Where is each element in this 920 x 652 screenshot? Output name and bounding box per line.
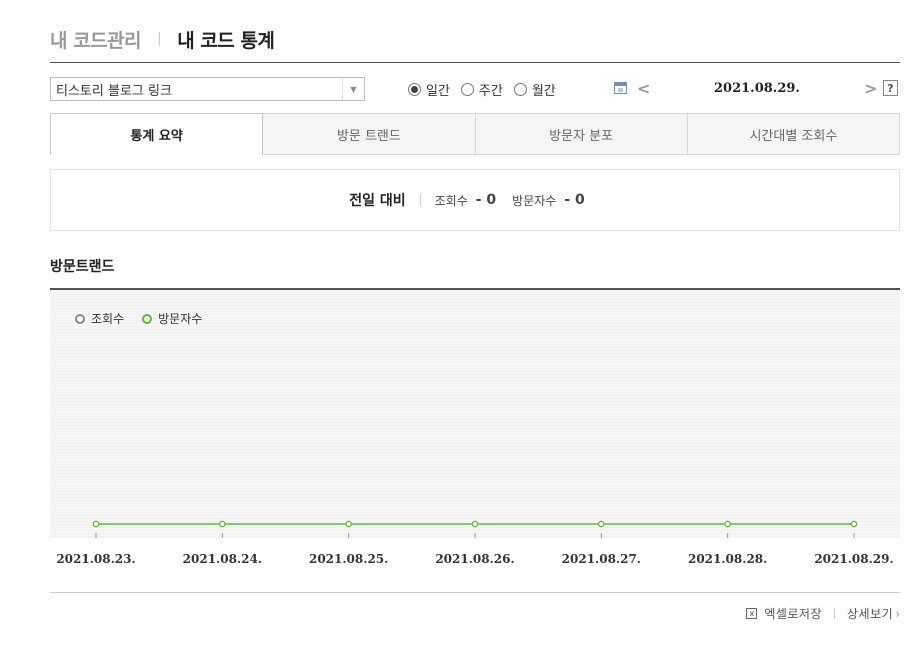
calendar-icon[interactable] (614, 82, 627, 94)
tab-summary[interactable]: 통계 요약 (50, 113, 264, 155)
tab-visitor-distribution[interactable]: 방문자 분포 (475, 113, 688, 155)
x-tick-label: 2021.08.25. (308, 552, 389, 566)
chevron-down-icon[interactable]: ▼ (342, 78, 364, 100)
site-select-value: 티스토리 블로그 링크 (56, 83, 172, 99)
x-axis-ticks: 2021.08.23. 2021.08.24. 2021.08.25. 2021.08… (0, 552, 920, 568)
views-value: - 0 (475, 192, 497, 208)
legend-views-label: 조회수 (91, 312, 125, 326)
current-date: 2021.08.29. (714, 81, 800, 96)
site-select[interactable]: 티스토리 블로그 링크 ▼ (50, 77, 365, 101)
visitors-label: 방문자수 (512, 193, 557, 208)
period-radio-group: 일간 주간 월간 (408, 80, 567, 99)
summary-box: 전일 대비 조회수 - 0 방문자수 - 0 (50, 169, 900, 231)
views-label: 조회수 (434, 193, 468, 208)
next-date-icon[interactable]: > (864, 79, 877, 98)
title-divider (50, 62, 900, 63)
breadcrumb-parent[interactable]: 내 코드관리 (50, 26, 142, 53)
summary-label: 전일 대비 (349, 193, 406, 209)
legend-views-marker (75, 313, 85, 324)
prev-date-icon[interactable]: < (637, 79, 650, 98)
chart-legend: 조회수 방문자수 (75, 310, 220, 327)
radio-weekly-dot[interactable] (460, 83, 474, 96)
breadcrumb-separator: | (157, 31, 162, 47)
footer-actions: x 엑셀로저장 상세보기 › (746, 605, 900, 622)
legend-visitors-label: 방문자수 (158, 312, 203, 326)
radio-monthly[interactable]: 월간 (513, 80, 556, 99)
radio-daily-dot[interactable] (408, 83, 421, 96)
x-tick-label: 2021.08.27. (561, 552, 641, 566)
radio-weekly[interactable]: 주간 (460, 80, 503, 99)
breadcrumb: 내 코드관리 | 내 코드 통계 (50, 26, 275, 53)
footer-separator (834, 608, 836, 619)
visitors-value: - 0 (564, 192, 585, 208)
excel-icon: x (746, 608, 758, 619)
help-icon[interactable]: ? (883, 80, 898, 96)
x-tick-label: 2021.08.24. (182, 552, 262, 566)
stats-tabs: 통계 요약 방문 트랜드 방문자 분포 시간대별 조회수 (50, 113, 900, 155)
x-tick-label: 2021.08.28. (687, 552, 768, 566)
chevron-right-icon: › (895, 606, 900, 621)
radio-daily[interactable]: 일간 (408, 80, 450, 99)
x-tick-label: 2021.08.23. (56, 552, 136, 566)
tab-hourly-views[interactable]: 시간대별 조회수 (687, 113, 900, 155)
radio-monthly-label: 월간 (531, 84, 556, 99)
summary-divider (419, 194, 421, 206)
page-title: 내 코드 통계 (177, 29, 275, 52)
legend-visitors-marker (142, 313, 153, 324)
trend-title: 방문트랜드 (50, 259, 115, 275)
x-tick-label: 2021.08.29. (814, 552, 894, 566)
view-detail-link[interactable]: 상세보기 (847, 605, 893, 622)
legend-item-views[interactable]: 조회수 (75, 310, 124, 327)
chart-bottom-divider (50, 592, 900, 593)
tab-visit-trend[interactable]: 방문 트랜드 (263, 113, 476, 155)
radio-daily-label: 일간 (426, 84, 450, 99)
legend-item-visitors[interactable]: 방문자수 (142, 310, 202, 327)
radio-monthly-dot[interactable] (513, 83, 527, 96)
save-excel-link[interactable]: 엑셀로저장 (764, 605, 822, 622)
x-tick-label: 2021.08.26. (435, 552, 515, 566)
radio-weekly-label: 주간 (478, 84, 503, 99)
